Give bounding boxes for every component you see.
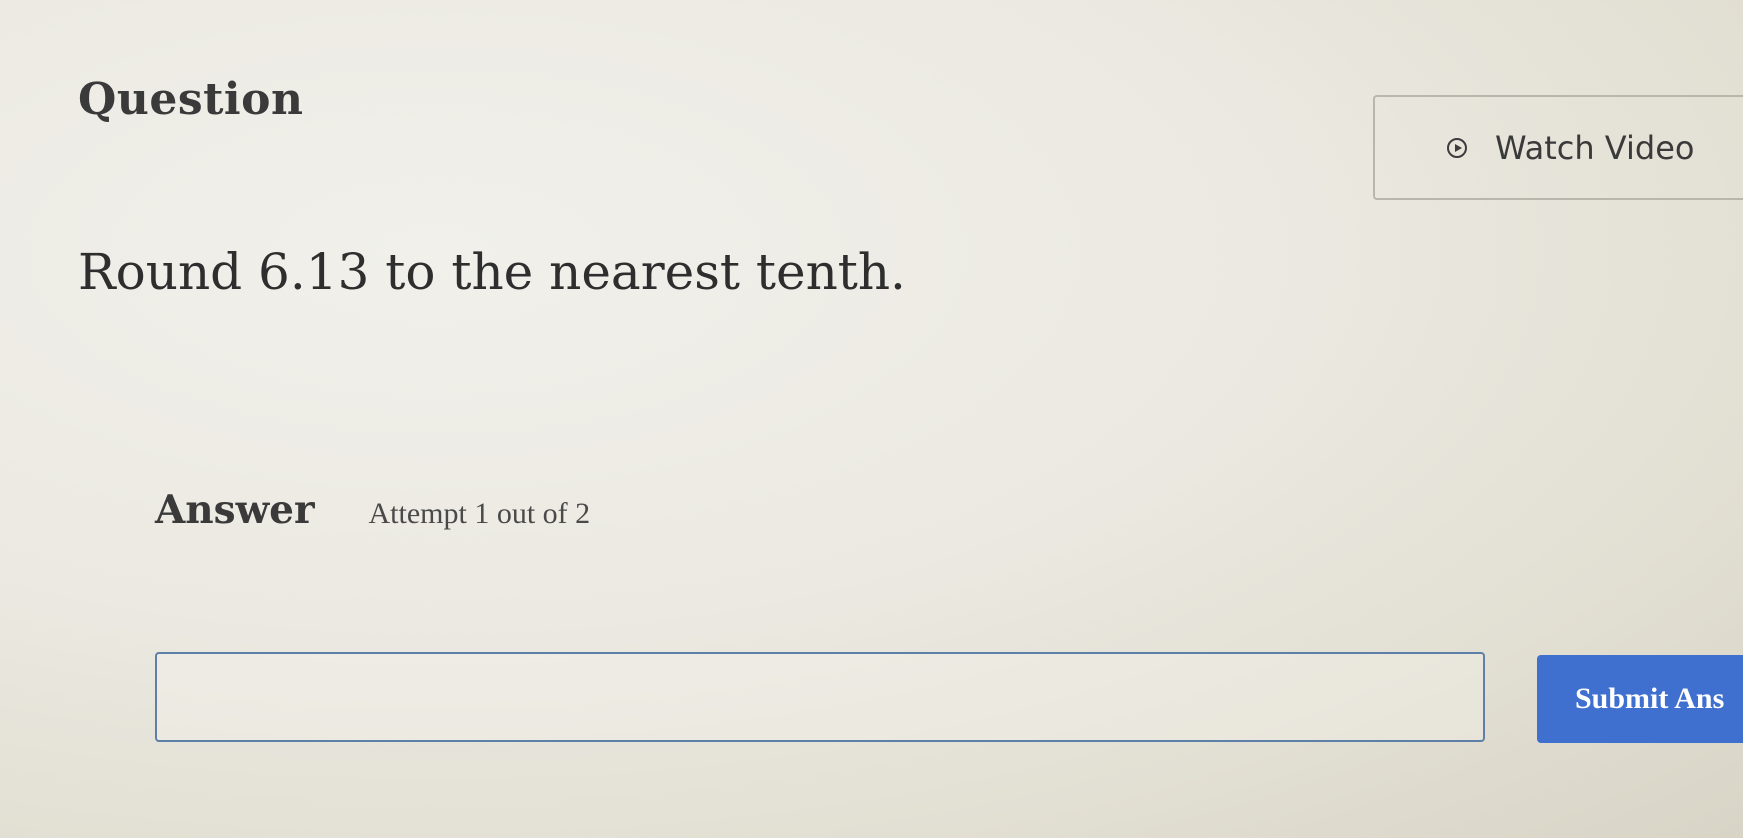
question-heading: Question bbox=[78, 74, 304, 125]
answer-header: Answer Attempt 1 out of 2 bbox=[155, 487, 590, 533]
play-circle-icon bbox=[1447, 137, 1467, 158]
submit-answer-button[interactable]: Submit Ans bbox=[1537, 655, 1743, 743]
question-prompt: Round 6.13 to the nearest tenth. bbox=[78, 243, 906, 301]
attempt-counter: Attempt 1 out of 2 bbox=[368, 497, 591, 530]
watch-video-button[interactable]: Watch Video bbox=[1373, 95, 1743, 200]
watch-video-label: Watch Video bbox=[1495, 128, 1695, 167]
answer-input[interactable] bbox=[155, 652, 1485, 742]
answer-label: Answer bbox=[155, 487, 315, 533]
question-page: Question Watch Video Round 6.13 to the n… bbox=[0, 0, 1743, 838]
